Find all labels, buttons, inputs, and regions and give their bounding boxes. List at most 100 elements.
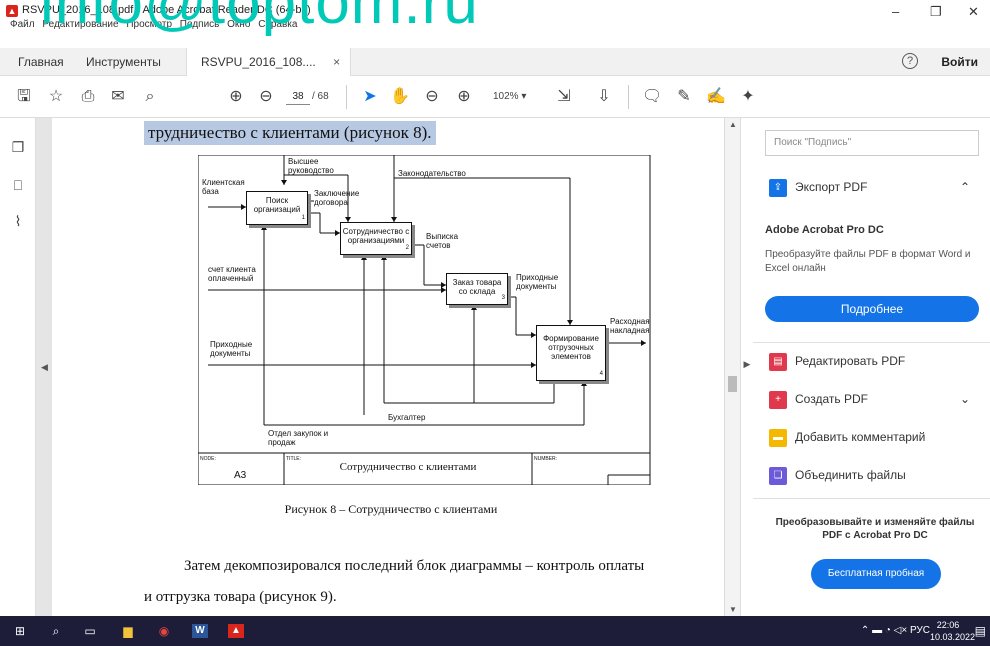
create-pdf-item[interactable]: + Создать PDF [769, 388, 868, 410]
maximize-button[interactable]: ❐ [930, 4, 942, 20]
label-legislation: Законодательство [398, 169, 466, 178]
frame-node-label: NODE: [200, 456, 216, 462]
chevron-down-icon[interactable]: ⌄ [960, 392, 970, 406]
label-incoming-docs-right: Приходные документы [516, 273, 559, 291]
tools-search-input[interactable]: Поиск "Подпись" [765, 130, 979, 156]
scroll-thumb[interactable] [728, 376, 737, 392]
close-button[interactable]: ✕ [968, 4, 979, 20]
comment-bubble-icon: ▬ [769, 428, 787, 447]
box-1-label: Поиск организаций [253, 196, 301, 214]
comment-icon[interactable]: 🗨 [642, 87, 662, 107]
more-button[interactable]: Подробнее [765, 296, 979, 322]
zoom-in-icon[interactable]: ⊕ [454, 87, 474, 107]
save-icon[interactable]: 🖫 [14, 87, 34, 107]
system-tray[interactable]: ⌃ ▬ ◔ ◁× РУС [861, 625, 930, 636]
next-page-icon[interactable]: ⊖ [256, 87, 276, 107]
task-view-icon[interactable]: ▭ [82, 624, 98, 638]
export-pdf-icon: ⇪ [769, 178, 787, 197]
windows-start-icon[interactable]: ⊞ [12, 624, 28, 638]
find-icon[interactable]: ⌕ [140, 87, 160, 107]
tab-document[interactable]: RSVPU_2016_108.... × [186, 48, 352, 76]
chrome-icon[interactable]: ◉ [156, 624, 172, 638]
menu-file[interactable]: Файл [10, 19, 35, 30]
zoom-value: 102% [493, 91, 519, 102]
idef0-box-4: Формирование отгрузочных элементов 4 [536, 325, 606, 381]
tools-pane: ▶ Поиск "Подпись" ⇪ Экспорт PDF ⌃ Adobe A… [740, 118, 990, 616]
idef0-box-1: Поиск организаций 1 [246, 191, 308, 225]
label-procurement: Отдел закупок и продаж [268, 429, 329, 447]
label-client-base: Клиентская база [202, 178, 245, 196]
print-icon[interactable]: ⎙ [78, 87, 98, 107]
bookmark-star-icon[interactable]: ☆ [46, 87, 66, 107]
hand-tool-icon[interactable]: ✋ [390, 87, 410, 107]
attachments-icon[interactable]: ⌇ [10, 212, 26, 230]
prev-page-icon[interactable]: ⊕ [226, 87, 246, 107]
add-comment-item[interactable]: ▬ Добавить комментарий [769, 426, 925, 448]
combine-files-item[interactable]: ❏ Объединить файлы [769, 464, 906, 486]
input-language[interactable]: РУС [910, 625, 930, 636]
export-pdf-label: Экспорт PDF [795, 180, 868, 194]
minimize-button[interactable]: – [892, 4, 899, 19]
acrobat-taskbar-icon[interactable]: ▲ [228, 624, 244, 638]
zoom-select[interactable]: 102% ▾ [493, 89, 526, 105]
paragraph-line-1: Затем декомпозировался последний блок ди… [184, 558, 645, 574]
tab-bar: Главная Инструменты RSVPU_2016_108.... ×… [0, 48, 990, 76]
document-view[interactable]: ◀ трудничество с клиентами (рисунок 8). [36, 118, 740, 616]
paragraph-line-2: и отгрузка товара (рисунок 9). [144, 589, 337, 605]
highlighted-text[interactable]: трудничество с клиентами (рисунок 8). [144, 121, 436, 145]
pdf-page: трудничество с клиентами (рисунок 8). По… [52, 118, 730, 616]
add-comment-label: Добавить комментарий [795, 430, 926, 444]
notifications-icon[interactable]: ▤ [975, 624, 986, 638]
search-icon[interactable]: ⌕ [48, 624, 64, 638]
page-total: / 68 [312, 91, 329, 102]
scroll-down-icon[interactable]: ▼ [729, 605, 737, 614]
label-incoming-docs-left: Приходные документы [210, 340, 253, 358]
select-cursor-icon[interactable]: ➤ [360, 87, 380, 107]
sign-icon[interactable]: ✍ [706, 87, 726, 107]
scroll-mode-icon[interactable]: ⇩ [594, 87, 614, 107]
close-tab-icon[interactable]: × [333, 55, 340, 69]
toolbar-divider [346, 85, 347, 109]
label-invoicing: Выписка счетов [426, 232, 459, 250]
word-icon[interactable]: W [192, 624, 208, 638]
label-accountant: Бухгалтер [388, 413, 426, 422]
create-pdf-label: Создать PDF [795, 392, 868, 406]
frame-number-label: NUMBER: [534, 456, 558, 462]
chevron-up-icon[interactable]: ⌃ [960, 180, 970, 194]
pane-divider [753, 498, 990, 499]
label-client-invoice: счет клиента оплаченный [208, 265, 256, 283]
toolbar-divider [628, 85, 629, 109]
window-controls: – ❐ ✕ [880, 4, 990, 24]
promo-text: Преобразуйте файлы PDF в формат Word и E… [765, 249, 971, 274]
tab-tools[interactable]: Инструменты [86, 48, 161, 76]
help-icon[interactable]: ? [902, 53, 918, 69]
export-pdf-item[interactable]: ⇪ Экспорт PDF [769, 176, 867, 198]
left-navigation-rail: ❐ ⎕ ⌇ [0, 118, 36, 616]
free-trial-button[interactable]: Бесплатная пробная версия [811, 559, 941, 609]
signin-button[interactable]: Войти [941, 48, 978, 76]
vertical-scrollbar[interactable]: ▲ ▼ [724, 118, 740, 616]
box-4-number: 4 [599, 371, 603, 377]
highlight-pen-icon[interactable]: ✎ [674, 87, 694, 107]
page-thumbnails-icon[interactable]: ❐ [10, 138, 26, 156]
pdf-app-icon: ▲ [6, 5, 18, 17]
figure-caption: Рисунок 8 – Сотрудничество с клиентами [284, 502, 498, 516]
box-2-label: Сотрудничество с организациями [342, 227, 410, 245]
idef0-box-2: Сотрудничество с организациями 2 [340, 222, 412, 255]
fit-page-icon[interactable]: ⇲ [554, 87, 574, 107]
collapse-right-pane-icon[interactable]: ▶ [741, 354, 753, 374]
tab-home[interactable]: Главная [18, 48, 64, 76]
box-4-label: Формирование отгрузочных элементов [543, 334, 599, 361]
page-number-input[interactable]: 38 [286, 89, 310, 105]
collapse-left-panel-icon[interactable]: ◀ [41, 362, 48, 373]
clock[interactable]: 22:06 10.03.2022 [930, 619, 975, 643]
watermark-text: info@toptom.ru [40, 0, 479, 37]
label-delivery-note: Расходная накладная [610, 317, 650, 335]
bookmarks-icon[interactable]: ⎕ [10, 176, 26, 194]
zoom-out-icon[interactable]: ⊖ [422, 87, 442, 107]
scroll-up-icon[interactable]: ▲ [729, 120, 737, 129]
email-icon[interactable]: ✉ [108, 87, 128, 107]
file-explorer-icon[interactable]: ▆ [120, 624, 136, 638]
edit-pdf-item[interactable]: ▤ Редактировать PDF [769, 350, 905, 372]
fill-sign-icon[interactable]: ✦ [738, 87, 758, 107]
